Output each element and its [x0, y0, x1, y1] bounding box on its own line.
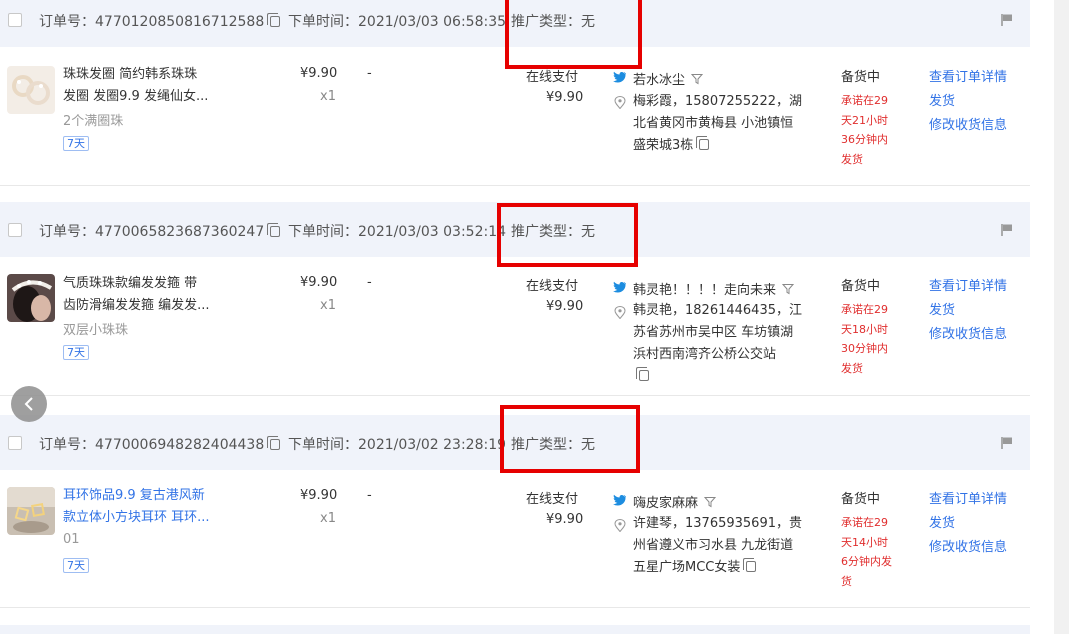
product-title[interactable]: 耳环饰品9.9 复古港风新 款立体小方块耳环 耳环... [63, 485, 233, 529]
discount-value: - [367, 488, 372, 503]
shipping-address: 韩灵艳，18261446435，江 苏省苏州市吴中区 车坊镇湖 浜村西南湾齐公桥公交… [633, 300, 813, 388]
order-status: 备货中 [841, 279, 881, 294]
discount-value: - [367, 66, 372, 81]
product-image[interactable] [7, 274, 55, 322]
buyer-nickname[interactable]: 若水冰尘 [633, 69, 704, 88]
order-number: 订单号：4770006948282404438 [39, 434, 281, 454]
ship-link[interactable]: 发货 [929, 90, 955, 109]
payment-method: 在线支付 [526, 492, 579, 507]
product-image[interactable] [7, 487, 55, 535]
edit-address-link[interactable]: 修改收货信息 [929, 114, 1007, 133]
order-number: 订单号：4770065823687360247 [39, 221, 281, 241]
highlight-box [500, 405, 640, 473]
filter-icon[interactable] [691, 73, 704, 85]
shipping-promise: 承诺在29 天14小时 6分钟内发货 [841, 516, 892, 588]
copy-icon[interactable] [267, 436, 281, 450]
product-qty: x1 [320, 298, 336, 313]
order-select-checkbox[interactable] [8, 13, 22, 27]
flag-icon[interactable] [1000, 436, 1014, 450]
copy-icon[interactable] [743, 558, 757, 572]
order-status: 备货中 [841, 492, 881, 507]
scrollbar[interactable] [1054, 0, 1069, 634]
product-sku: 2个满圈珠 [63, 114, 124, 129]
buyer-nickname[interactable]: 韩灵艳！！！！走向未来 [633, 279, 795, 298]
product-title[interactable]: 气质珠珠款编发发箍 带齿防滑编发发箍 编发发... [63, 273, 233, 317]
shipping-address: 梅彩霞，15807255222，湖 北省黄冈市黄梅县 小池镇恒 盛荣城3栋 [633, 94, 802, 153]
return-tag: 7天 [63, 345, 89, 360]
order-time: 下单时间：2021/03/02 23:28:19 [288, 437, 507, 453]
product-sku: 01 [63, 532, 80, 547]
view-order-details-link[interactable]: 查看订单详情 [929, 275, 1007, 294]
product-sku: 双层小珠珠 [63, 323, 129, 338]
copy-icon[interactable] [696, 136, 710, 150]
order-status: 备货中 [841, 70, 881, 85]
location-pin-icon [614, 96, 626, 109]
highlight-box [505, 0, 642, 69]
view-order-details-link[interactable]: 查看订单详情 [929, 488, 1007, 507]
edit-address-link[interactable]: 修改收货信息 [929, 323, 1007, 342]
buyer-nickname[interactable]: 嗨皮家麻麻 [633, 492, 717, 511]
copy-icon[interactable] [636, 367, 649, 381]
order-select-checkbox[interactable] [8, 223, 22, 237]
flag-icon[interactable] [1000, 223, 1014, 237]
product-title[interactable]: 珠珠发圈 简约韩系珠珠 发圈 发圈9.9 发绳仙女... [63, 64, 233, 108]
payment-amount: ¥9.90 [546, 299, 584, 314]
filter-icon[interactable] [704, 496, 717, 508]
product-price: ¥9.90 [300, 275, 338, 290]
payment-amount: ¥9.90 [546, 90, 584, 105]
shipping-address: 许建琴，13765935691，贵 州省遵义市习水县 九龙街道 五星广场MCC女装 [633, 516, 802, 575]
copy-icon[interactable] [267, 223, 281, 237]
discount-value: - [367, 275, 372, 290]
shipping-promise: 承诺在29 天21小时 36分钟内 发货 [841, 94, 888, 166]
divider [0, 395, 1030, 396]
chevron-left-icon [24, 397, 33, 411]
next-order-header [0, 625, 1030, 634]
order-time: 下单时间：2021/03/03 03:52:14 [288, 224, 507, 240]
copy-icon[interactable] [267, 13, 281, 27]
product-qty: x1 [320, 89, 336, 104]
divider [0, 185, 1030, 186]
divider [0, 607, 1030, 608]
filter-icon[interactable] [782, 283, 795, 295]
view-order-details-link[interactable]: 查看订单详情 [929, 66, 1007, 85]
shipping-promise: 承诺在29 天18小时 30分钟内 发货 [841, 303, 888, 375]
twitter-bird-icon [613, 281, 626, 293]
location-pin-icon [614, 306, 626, 319]
order-number: 订单号：4770120850816712588 [39, 11, 281, 31]
back-button[interactable] [11, 386, 47, 422]
product-qty: x1 [320, 511, 336, 526]
product-price: ¥9.90 [300, 488, 338, 503]
order-select-checkbox[interactable] [8, 436, 22, 450]
flag-icon[interactable] [1000, 13, 1014, 27]
ship-link[interactable]: 发货 [929, 299, 955, 318]
edit-address-link[interactable]: 修改收货信息 [929, 536, 1007, 555]
order-time: 下单时间：2021/03/03 06:58:35 [288, 14, 507, 30]
location-pin-icon [614, 519, 626, 532]
ship-link[interactable]: 发货 [929, 512, 955, 531]
twitter-bird-icon [613, 494, 626, 506]
return-tag: 7天 [63, 136, 89, 151]
payment-amount: ¥9.90 [546, 512, 584, 527]
return-tag: 7天 [63, 558, 89, 573]
highlight-box [497, 203, 638, 267]
product-price: ¥9.90 [300, 66, 338, 81]
product-image[interactable] [7, 66, 55, 114]
payment-method: 在线支付 [526, 279, 579, 294]
twitter-bird-icon [613, 71, 626, 83]
